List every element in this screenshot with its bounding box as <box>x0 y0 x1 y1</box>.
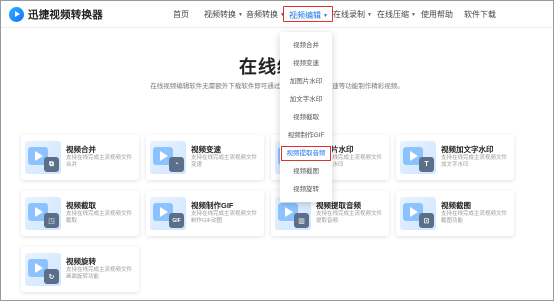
nav-label: 软件下载 <box>464 10 496 19</box>
badge-glyph: ↻ <box>44 269 59 284</box>
nav-label: 在线压缩 <box>377 10 409 19</box>
page-subtitle: 在线视频编辑软件无需额外下载软件即可通过视频合并、视频变速等功能制作精彩视频。 <box>150 83 404 90</box>
speedometer-icon: ◔ <box>150 141 186 174</box>
nav-download[interactable]: 软件下载 <box>464 9 496 20</box>
nav-audio-convert[interactable]: 音频转换 ▼ <box>246 9 285 20</box>
card-title: 视频截取 <box>66 201 96 210</box>
card-title: 视频制作GIF <box>191 201 234 210</box>
card-desc: 支持在线完成主流视频文件合并 <box>66 155 133 168</box>
chevron-down-icon: ▼ <box>411 12 416 18</box>
chevron-down-icon: ▼ <box>367 12 372 18</box>
nav-online-record[interactable]: 在线录制 ▼ <box>333 9 372 20</box>
crop-icon: ◳ <box>25 197 61 230</box>
text-watermark-icon: T <box>400 141 436 174</box>
card-desc: 支持在线完成主流视频文件画面旋转功能 <box>66 267 133 280</box>
nav-help[interactable]: 使用帮助 <box>421 9 453 20</box>
tool-card-video-merge[interactable]: ⧉ 视频合并 支持在线完成主流视频文件合并 <box>21 135 139 180</box>
card-title: 视频加文字水印 <box>441 145 494 154</box>
gif-icon: GIF <box>150 197 186 230</box>
nav-video-edit[interactable]: 视频编辑 ▼ <box>283 6 333 22</box>
menu-item-video-merge[interactable]: 视频合并 <box>280 38 332 54</box>
brand-name: 迅捷视频转换器 <box>28 9 103 21</box>
badge-glyph: ⊡ <box>419 213 434 228</box>
site-header: 迅捷视频转换器 首页 视频转换 ▼ 音频转换 ▼ 视频编辑 ▼ 在线录制 ▼ 在线压缩 ▼… <box>1 1 553 28</box>
card-title: 视频变速 <box>191 145 221 154</box>
tool-card-video-rotate[interactable]: ↻ 视频旋转 支持在线完成主流视频文件画面旋转功能 <box>21 247 139 292</box>
card-desc: 支持在线完成主流视频文件提取音频 <box>316 211 383 224</box>
page-title: 在线编辑 <box>239 57 315 77</box>
chevron-down-icon: ▼ <box>238 12 243 18</box>
tool-card-video-trim[interactable]: ◳ 视频截取 支持在线完成主流视频文件截取 <box>21 191 139 236</box>
nav-label: 音频转换 <box>246 10 278 19</box>
badge-glyph: GIF <box>169 213 184 228</box>
badge-glyph: ◔ <box>169 157 184 172</box>
badge-glyph: ◳ <box>44 213 59 228</box>
menu-item-video-trim[interactable]: 视频截取 <box>280 110 332 126</box>
card-title: 视频合并 <box>66 145 96 154</box>
tool-card-video-speed[interactable]: ◔ 视频变速 支持在线完成主流视频文件变速 <box>146 135 264 180</box>
video-merge-icon: ⧉ <box>25 141 61 174</box>
card-desc: 支持在线完成主流视频文件制作GIF动图 <box>191 211 258 224</box>
menu-item-image-watermark[interactable]: 加图片水印 <box>280 74 332 90</box>
nav-video-convert[interactable]: 视频转换 ▼ <box>204 9 243 20</box>
menu-item-extract-audio[interactable]: 视频提取音频 <box>281 146 331 161</box>
chevron-down-icon: ▼ <box>323 13 328 19</box>
brand-logo[interactable]: 迅捷视频转换器 <box>9 7 103 22</box>
screenshot-icon: ⊡ <box>400 197 436 230</box>
nav-label: 在线录制 <box>333 10 365 19</box>
rotate-icon: ↻ <box>25 253 61 286</box>
card-desc: 支持在线完成主流视频文件加文字水印 <box>441 155 508 168</box>
card-desc: 支持在线完成主流视频文件截取 <box>66 211 133 224</box>
nav-label: 视频编辑 <box>289 11 321 20</box>
card-title: 视频旋转 <box>66 257 96 266</box>
badge-glyph: ▥ <box>294 213 309 228</box>
card-desc: 支持在线完成主流视频文件截图功能 <box>441 211 508 224</box>
menu-item-video-gif[interactable]: 视频制作GIF <box>280 128 332 144</box>
tool-card-screenshot[interactable]: ⊡ 视频截图 支持在线完成主流视频文件截图功能 <box>396 191 514 236</box>
menu-item-screenshot[interactable]: 视频截图 <box>280 164 332 180</box>
menu-item-video-speed[interactable]: 视频变速 <box>280 56 332 72</box>
badge-glyph: T <box>419 157 434 172</box>
nav-label: 视频转换 <box>204 10 236 19</box>
card-desc: 支持在线完成主流视频文件变速 <box>191 155 258 168</box>
nav-label: 使用帮助 <box>421 10 453 19</box>
tool-card-video-gif[interactable]: GIF 视频制作GIF 支持在线完成主流视频文件制作GIF动图 <box>146 191 264 236</box>
video-edit-dropdown-menu: 视频合并 视频变速 加图片水印 加文字水印 视频截取 视频制作GIF 视频提取音… <box>280 32 332 202</box>
play-logo-icon <box>9 7 24 22</box>
nav-home[interactable]: 首页 <box>173 9 189 20</box>
badge-glyph: ⧉ <box>44 157 59 172</box>
card-title: 视频截图 <box>441 201 471 210</box>
nav-label: 首页 <box>173 10 189 19</box>
browser-viewport: 迅捷视频转换器 首页 视频转换 ▼ 音频转换 ▼ 视频编辑 ▼ 在线录制 ▼ 在线压缩 ▼… <box>0 0 554 301</box>
menu-item-video-rotate[interactable]: 视频旋转 <box>280 182 332 198</box>
nav-online-compress[interactable]: 在线压缩 ▼ <box>377 9 416 20</box>
menu-item-text-watermark[interactable]: 加文字水印 <box>280 92 332 108</box>
tool-card-text-watermark[interactable]: T 视频加文字水印 支持在线完成主流视频文件加文字水印 <box>396 135 514 180</box>
